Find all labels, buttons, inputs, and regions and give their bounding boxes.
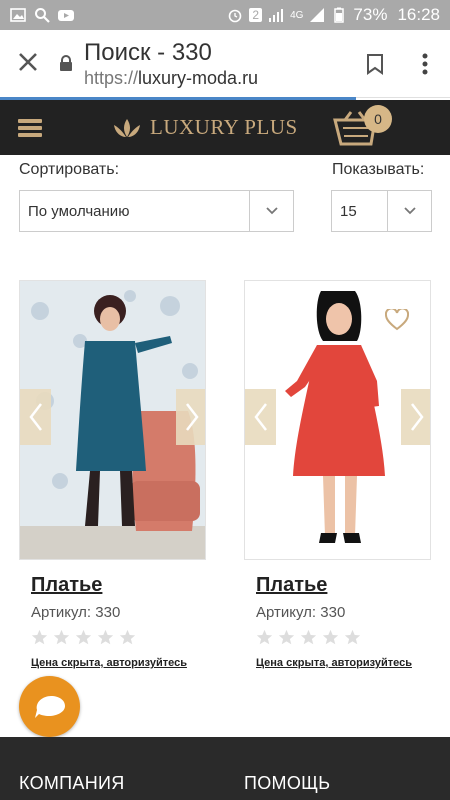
per-page-select[interactable]: 15 bbox=[331, 190, 432, 232]
star-icon[interactable] bbox=[53, 629, 70, 646]
product-image[interactable] bbox=[244, 280, 431, 560]
star-icon[interactable] bbox=[97, 629, 114, 646]
price-hidden-link[interactable]: Цена скрыта, авторизуйтесь bbox=[31, 657, 187, 669]
chevron-down-icon bbox=[387, 191, 431, 231]
chevron-down-icon bbox=[249, 191, 293, 231]
close-icon bbox=[19, 52, 37, 71]
sort-select-value: По умолчанию bbox=[28, 202, 130, 220]
sort-label: Сортировать: bbox=[19, 161, 120, 178]
youtube-icon bbox=[58, 10, 74, 21]
chat-button[interactable] bbox=[19, 676, 80, 737]
star-icon[interactable] bbox=[75, 629, 92, 646]
image-icon bbox=[10, 8, 26, 22]
star-icon[interactable] bbox=[119, 629, 136, 646]
price-hidden-link[interactable]: Цена скрыта, авторизуйтесь bbox=[256, 657, 412, 669]
signal-strength-icon bbox=[310, 8, 325, 22]
address-bar[interactable]: Поиск - 330 https://luxury-moda.ru bbox=[76, 39, 350, 89]
bookmark-button[interactable] bbox=[350, 53, 400, 75]
sim-badge: 2 bbox=[249, 8, 263, 22]
product-article: Артикул: 330 bbox=[31, 604, 121, 621]
cart-count-badge: 0 bbox=[364, 105, 392, 133]
bookmark-icon bbox=[367, 53, 383, 75]
star-icon[interactable] bbox=[344, 629, 361, 646]
footer-company-link[interactable]: КОМПАНИЯ bbox=[19, 773, 125, 794]
url: https://luxury-moda.ru bbox=[84, 67, 350, 89]
show-label: Показывать: bbox=[332, 161, 425, 178]
chevron-right-icon bbox=[185, 403, 199, 431]
dress-shape bbox=[76, 341, 146, 471]
prev-image-button[interactable] bbox=[20, 389, 51, 445]
lock-icon[interactable] bbox=[56, 55, 76, 72]
product-name[interactable]: Платье bbox=[256, 574, 327, 597]
battery-icon bbox=[334, 7, 345, 23]
logo-text: LUXURY PLUS bbox=[150, 115, 298, 139]
site-logo[interactable]: LUXURY PLUS bbox=[110, 115, 298, 140]
lotus-icon bbox=[114, 118, 140, 137]
product-article: Артикул: 330 bbox=[256, 604, 346, 621]
heart-icon[interactable] bbox=[385, 309, 409, 331]
search-icon bbox=[35, 8, 50, 23]
status-bar: 2 4G 73% 16:28 bbox=[0, 0, 450, 30]
sort-select[interactable]: По умолчанию bbox=[19, 190, 294, 232]
star-icon[interactable] bbox=[300, 629, 317, 646]
more-vert-icon bbox=[422, 53, 428, 74]
network-type: 4G bbox=[290, 9, 304, 21]
star-icon[interactable] bbox=[322, 629, 339, 646]
browser-menu-button[interactable] bbox=[400, 53, 450, 75]
next-image-button[interactable] bbox=[176, 389, 205, 445]
alarm-icon bbox=[229, 9, 242, 23]
star-icon[interactable] bbox=[256, 629, 273, 646]
url-host: luxury-moda.ru bbox=[138, 67, 259, 88]
battery-level: 73% bbox=[353, 5, 388, 24]
browser-toolbar: Поиск - 330 https://luxury-moda.ru bbox=[0, 30, 450, 98]
menu-icon[interactable] bbox=[18, 118, 42, 137]
per-page-select-value: 15 bbox=[340, 202, 357, 220]
product-name[interactable]: Платье bbox=[31, 574, 102, 597]
clock: 16:28 bbox=[397, 5, 440, 24]
url-scheme: https:// bbox=[84, 67, 139, 88]
chevron-left-icon bbox=[253, 403, 267, 431]
product-image[interactable] bbox=[19, 280, 206, 560]
rating-stars[interactable] bbox=[256, 629, 361, 646]
star-icon[interactable] bbox=[31, 629, 48, 646]
star-icon[interactable] bbox=[278, 629, 295, 646]
footer-help-link[interactable]: ПОМОЩЬ bbox=[244, 773, 330, 794]
chevron-right-icon bbox=[410, 403, 424, 431]
page-title: Поиск - 330 bbox=[84, 38, 212, 66]
prev-image-button[interactable] bbox=[245, 389, 276, 445]
signal-icon bbox=[269, 9, 284, 22]
chat-bubble-icon bbox=[34, 695, 65, 718]
rating-stars[interactable] bbox=[31, 629, 136, 646]
close-tab-button[interactable] bbox=[0, 47, 56, 81]
next-image-button[interactable] bbox=[401, 389, 430, 445]
chevron-left-icon bbox=[28, 403, 42, 431]
site-footer: КОМПАНИЯ ПОМОЩЬ bbox=[0, 737, 450, 800]
